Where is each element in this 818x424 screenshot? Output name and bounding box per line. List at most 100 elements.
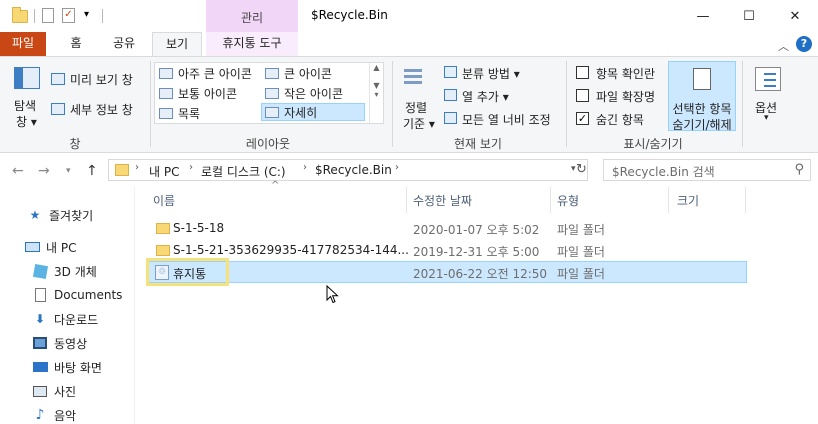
- new-folder-icon[interactable]: [42, 8, 54, 23]
- nav-item-music[interactable]: ♪ 음악: [0, 404, 134, 424]
- add-columns-button[interactable]: 열 추가 ▾: [462, 88, 509, 105]
- tab-file[interactable]: 파일: [0, 32, 46, 56]
- column-divider[interactable]: [745, 187, 746, 213]
- navigation-pane: ★ 즐겨찾기 내 PC 3D 개체 Documents ⬇ 다운로드 동영상 바…: [0, 187, 134, 424]
- options-icon: [755, 67, 781, 91]
- tab-home[interactable]: 홈: [56, 32, 96, 56]
- nav-item-3d-objects[interactable]: 3D 개체: [0, 260, 134, 282]
- group-label-current-view: 현재 보기: [454, 137, 502, 151]
- layout-list[interactable]: 목록: [159, 104, 200, 122]
- desktop-icon: [32, 360, 48, 374]
- column-divider[interactable]: [550, 187, 551, 213]
- breadcrumb-separator-icon[interactable]: ›: [303, 162, 307, 173]
- layout-extra-large-icons[interactable]: 아주 큰 아이콘: [159, 64, 252, 82]
- refresh-icon[interactable]: ↻: [576, 162, 587, 177]
- item-checkboxes-checkbox[interactable]: [576, 66, 589, 79]
- address-bar[interactable]: › 내 PC › 로컬 디스크 (C:) › $Recycle.Bin › ▾: [108, 159, 588, 181]
- collapse-ribbon-icon[interactable]: ︿: [778, 38, 789, 54]
- quick-access-dropdown-icon[interactable]: ▾: [84, 9, 89, 20]
- gallery-scrollbar[interactable]: ▲ ▼ ▾: [369, 63, 383, 123]
- breadcrumb-local-disk[interactable]: 로컬 디스크 (C:): [201, 163, 286, 180]
- nav-item-quick-access[interactable]: ★ 즐겨찾기: [0, 204, 134, 226]
- minimize-button[interactable]: —: [680, 0, 726, 32]
- column-header-name[interactable]: 이름: [153, 192, 175, 209]
- file-row-selected[interactable]: ♲ 휴지통 2021-06-22 오전 12:50 파일 폴더: [147, 261, 747, 283]
- preview-pane-icon: [51, 73, 65, 85]
- forward-arrow-icon[interactable]: →: [38, 163, 50, 179]
- help-icon[interactable]: ?: [796, 36, 812, 52]
- nav-item-downloads[interactable]: ⬇ 다운로드: [0, 308, 134, 330]
- navigation-pane-button-label: 창 ▾: [16, 115, 37, 129]
- recent-locations-icon[interactable]: ▾: [66, 166, 71, 176]
- search-box[interactable]: $Recycle.Bin 검색 ⚲: [603, 159, 811, 181]
- file-name: S-1-5-21-353629935-417782534-144...: [173, 243, 409, 257]
- options-dropdown-icon[interactable]: ▾: [764, 113, 769, 123]
- item-checkboxes-label: 항목 확인란: [596, 67, 656, 81]
- folder-icon: [156, 223, 170, 234]
- up-arrow-icon[interactable]: ↑: [86, 163, 98, 179]
- small-icons-icon: [265, 87, 279, 99]
- group-by-button[interactable]: 분류 방법 ▾: [462, 65, 520, 82]
- file-row[interactable]: S-1-5-18 2020-01-07 오후 5:02 파일 폴더: [147, 218, 747, 240]
- column-divider[interactable]: [668, 187, 669, 213]
- star-icon: ★: [29, 208, 41, 222]
- back-arrow-icon[interactable]: ←: [12, 163, 24, 179]
- file-extensions-label: 파일 확장명: [596, 90, 656, 104]
- medium-icons-icon: [159, 87, 173, 99]
- tab-share[interactable]: 공유: [102, 32, 146, 56]
- address-history-dropdown-icon[interactable]: ▾: [571, 164, 576, 174]
- properties-icon[interactable]: ✓: [62, 8, 75, 23]
- tab-recycle-bin-tools[interactable]: 휴지통 도구: [206, 32, 298, 56]
- sort-by-icon: [404, 65, 432, 91]
- navigation-pane-button[interactable]: 탐색: [14, 97, 36, 114]
- file-date-modified: 2019-12-31 오후 5:00: [413, 245, 540, 259]
- list-icon: [159, 107, 173, 119]
- file-name: 휴지통: [173, 267, 207, 281]
- layout-details[interactable]: 자세히: [261, 103, 365, 121]
- breadcrumb-separator-icon[interactable]: ›: [189, 162, 193, 173]
- hide-selected-label-2: 숨기기/해제: [672, 118, 732, 132]
- nav-item-videos[interactable]: 동영상: [0, 332, 134, 354]
- ribbon-group-divider: [742, 61, 743, 147]
- file-type: 파일 폴더: [557, 223, 605, 237]
- file-row[interactable]: S-1-5-21-353629935-417782534-144... 2019…: [147, 240, 747, 262]
- hide-selected-items-button[interactable]: 선택한 항목 숨기기/해제: [668, 61, 736, 132]
- sort-by-button[interactable]: 정렬: [405, 99, 427, 116]
- large-icons-icon: [265, 67, 279, 79]
- column-header-date-modified[interactable]: 수정한 날짜: [413, 192, 472, 209]
- preview-pane-button[interactable]: 미리 보기 창: [70, 71, 133, 88]
- close-button[interactable]: ✕: [772, 0, 818, 32]
- ribbon: 탐색 창 ▾ 미리 보기 창 세부 정보 창 창 아주 큰 아이콘 큰 아이콘 …: [0, 56, 818, 153]
- hidden-items-checkbox[interactable]: ✓: [576, 112, 589, 125]
- nav-item-desktop[interactable]: 바탕 화면: [0, 356, 134, 378]
- column-header-size[interactable]: 크기: [677, 192, 699, 209]
- breadcrumb-this-pc[interactable]: 내 PC: [149, 163, 179, 180]
- layout-medium-icons[interactable]: 보통 아이콘: [159, 84, 237, 102]
- folder-icon: [12, 7, 28, 23]
- folder-icon: [156, 245, 170, 256]
- folder-icon: [115, 164, 129, 176]
- tab-view[interactable]: 보기: [152, 32, 202, 56]
- group-label-show-hide: 표시/숨기기: [623, 137, 683, 151]
- file-date-modified: 2020-01-07 오후 5:02: [413, 223, 540, 237]
- fit-columns-icon: [444, 112, 457, 124]
- fit-columns-button[interactable]: 모든 열 너비 조정: [462, 111, 551, 128]
- layout-small-icons[interactable]: 작은 아이콘: [265, 84, 343, 102]
- layout-large-icons[interactable]: 큰 아이콘: [265, 64, 332, 82]
- maximize-button[interactable]: ☐: [726, 0, 772, 32]
- nav-item-documents[interactable]: Documents: [0, 284, 134, 306]
- column-divider[interactable]: [406, 187, 407, 213]
- breadcrumb-recycle-bin-folder[interactable]: $Recycle.Bin: [315, 163, 392, 177]
- breadcrumb-separator-icon[interactable]: ›: [135, 162, 139, 173]
- nav-item-pictures[interactable]: 사진: [0, 380, 134, 402]
- group-label-layout: 레이아웃: [245, 137, 291, 151]
- search-icon: ⚲: [794, 162, 804, 177]
- column-header-type[interactable]: 유형: [557, 192, 579, 209]
- details-pane-button[interactable]: 세부 정보 창: [70, 101, 133, 118]
- cube-icon: [32, 263, 48, 279]
- file-type: 파일 폴더: [557, 245, 605, 259]
- nav-item-this-pc[interactable]: 내 PC: [0, 236, 134, 258]
- file-extensions-checkbox[interactable]: [576, 89, 589, 102]
- breadcrumb-separator-icon[interactable]: ›: [395, 162, 399, 173]
- extra-large-icons-icon: [159, 67, 173, 79]
